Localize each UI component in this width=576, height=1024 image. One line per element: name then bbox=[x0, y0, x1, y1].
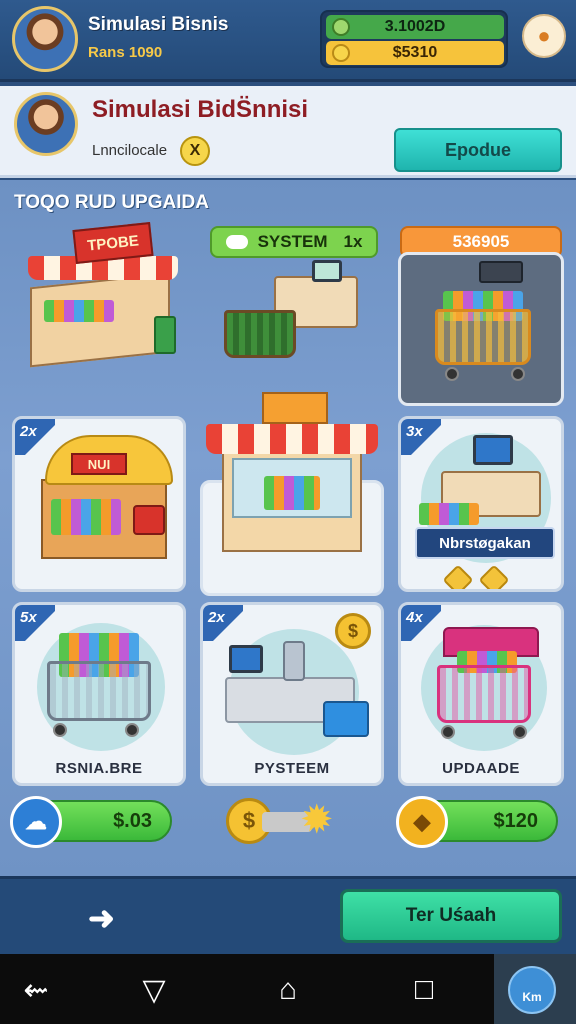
trash-bin bbox=[154, 316, 176, 354]
tile-multiplier-badge: 2x bbox=[15, 419, 55, 455]
canister bbox=[283, 641, 305, 681]
cart-wheel bbox=[445, 367, 459, 381]
gold-gem-icon bbox=[478, 564, 510, 589]
business-card: Simulasi BidS̈nnisi Lnncilocale X Epodue bbox=[0, 86, 576, 178]
shopping-cart bbox=[47, 661, 151, 721]
back-arrow-icon[interactable]: ➜ bbox=[88, 899, 115, 937]
cart-wheel bbox=[511, 367, 525, 381]
market-stand[interactable] bbox=[204, 386, 380, 576]
recent-apps-icon[interactable]: □ bbox=[404, 970, 444, 1010]
market-sign bbox=[262, 392, 328, 424]
cart-wheel bbox=[125, 723, 139, 737]
shop-goods bbox=[44, 300, 114, 322]
market-awning bbox=[206, 424, 378, 454]
cart-wheel bbox=[513, 725, 527, 739]
shopping-cart bbox=[437, 665, 531, 723]
tile-multiplier-badge: 2x bbox=[203, 605, 243, 641]
stall-tile[interactable]: 2x NUI bbox=[12, 416, 186, 592]
tile-label: RSNIA.BRE bbox=[55, 760, 143, 777]
player-avatar[interactable] bbox=[12, 6, 78, 72]
cart-wheel bbox=[53, 723, 67, 737]
assistant-badge[interactable]: Km bbox=[494, 954, 576, 1024]
system-tile[interactable]: 2x $ PYSTEEM bbox=[200, 602, 384, 786]
market-goods bbox=[264, 476, 320, 510]
gear-coin-icon: $ bbox=[335, 613, 371, 649]
system-navigation: ⇜ ▽ ⌂ □ Km bbox=[0, 954, 576, 1024]
player-rank: Rans 1090 bbox=[88, 44, 163, 61]
tile-label: PYSTEEM bbox=[254, 760, 330, 777]
tile-multiplier-badge: 3x bbox=[401, 419, 441, 455]
coin-value: $5310 bbox=[392, 44, 438, 61]
tile-multiplier-badge: 5x bbox=[15, 605, 55, 641]
tile-label: UPDAADE bbox=[442, 760, 520, 777]
cash-icon bbox=[332, 18, 350, 36]
business-location: Lnncilocale bbox=[92, 142, 168, 159]
stall-sign: NUI bbox=[71, 453, 127, 475]
reward-chip[interactable]: ◆ $120 bbox=[396, 796, 558, 848]
primary-action-button[interactable]: Ter Uśaah bbox=[340, 889, 562, 943]
action-footer: ➜ Ter Uśaah bbox=[0, 876, 576, 954]
blue-crate bbox=[323, 701, 369, 737]
close-badge[interactable]: X bbox=[180, 136, 210, 166]
gold-gem-icon bbox=[442, 564, 474, 589]
coin-icon bbox=[332, 44, 350, 62]
cart-wheel bbox=[441, 725, 455, 739]
computer-tile[interactable]: 3x Nbrstøgakan bbox=[398, 416, 564, 592]
system-tag-label: SYSTEM bbox=[257, 232, 328, 251]
pill-icon bbox=[225, 235, 248, 249]
scale-icon bbox=[479, 261, 523, 283]
system-tag-multiplier: 1x bbox=[343, 232, 363, 251]
cash-chip-value: $.03 bbox=[113, 809, 152, 832]
stall-goods bbox=[51, 499, 121, 535]
register-screen bbox=[312, 260, 342, 282]
top-bar: Simulasi Bisnis Rans 1090 3.1002D $5310 … bbox=[0, 0, 576, 82]
shop-building[interactable]: TPOBE bbox=[24, 220, 184, 390]
home-icon[interactable]: ⌂ bbox=[268, 970, 308, 1010]
coin-counter: $5310 bbox=[326, 41, 504, 65]
owner-avatar bbox=[14, 92, 78, 156]
mailbox bbox=[133, 505, 165, 535]
system-tag[interactable]: SYSTEM 1x bbox=[210, 226, 378, 258]
business-title: Simulasi BidS̈nnisi bbox=[92, 96, 309, 123]
sparkle-icon: ✹ bbox=[300, 798, 334, 842]
update-button[interactable]: Epodue bbox=[394, 128, 562, 172]
cart-tile[interactable] bbox=[398, 252, 564, 406]
section-title: TOQO RUD UPGAIDA bbox=[14, 192, 209, 213]
pink-cart-tile[interactable]: 4x UPDAADE bbox=[398, 602, 564, 786]
currency-panel: 3.1002D $5310 bbox=[320, 10, 508, 68]
cloud-icon: ☁ bbox=[10, 796, 62, 848]
stacked-goods bbox=[419, 503, 479, 525]
assistant-icon: Km bbox=[508, 966, 556, 1014]
shopping-cart bbox=[435, 309, 531, 365]
inset-label: Nbrstøgakan bbox=[415, 527, 555, 559]
game-title: Simulasi Bisnis bbox=[88, 14, 229, 35]
monitor-icon bbox=[473, 435, 513, 465]
system-back-icon[interactable]: ⇜ bbox=[16, 970, 56, 1010]
cash-value: 3.1002D bbox=[384, 18, 446, 35]
monitor-icon bbox=[229, 645, 263, 673]
reward-chip-value: $120 bbox=[493, 809, 539, 832]
register-counter[interactable] bbox=[222, 260, 372, 370]
tile-multiplier-badge: 4x bbox=[401, 605, 441, 641]
cash-counter: 3.1002D bbox=[326, 15, 504, 39]
upgrade-area: TOQO RUD UPGAIDA TPOBE SYSTEM 1x 536905 … bbox=[0, 180, 576, 876]
cookie-icon[interactable]: ● bbox=[522, 14, 566, 58]
produce-crate bbox=[224, 310, 296, 358]
cash-chip[interactable]: ☁ $.03 bbox=[10, 796, 172, 848]
folder-coin-icon: ◆ bbox=[396, 796, 448, 848]
triangle-down-icon[interactable]: ▽ bbox=[134, 970, 174, 1010]
cart-product-tile[interactable]: 5x RSNIA.BRE bbox=[12, 602, 186, 786]
